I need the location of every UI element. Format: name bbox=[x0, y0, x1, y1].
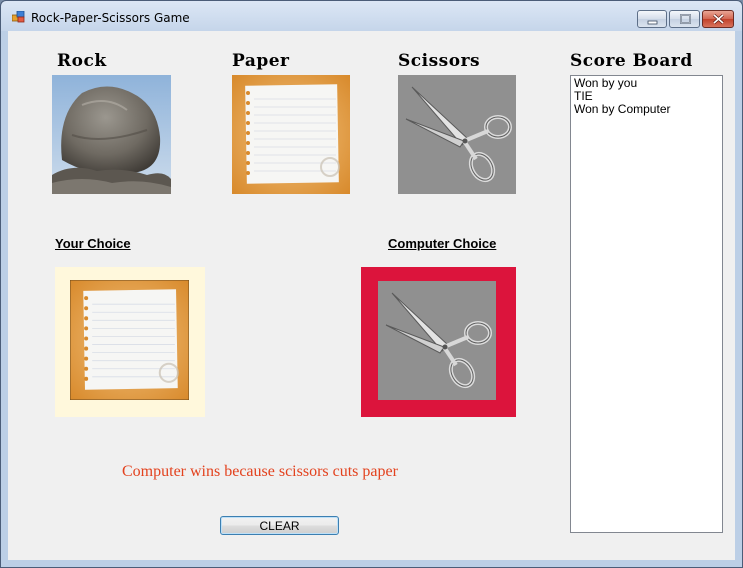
result-message: Computer wins because scissors cuts pape… bbox=[122, 463, 398, 480]
minimize-button[interactable] bbox=[637, 10, 667, 28]
list-item[interactable]: Won by you bbox=[574, 77, 719, 90]
minimize-icon bbox=[647, 20, 658, 25]
client-area: Rock Paper Scissors Your Choice Computer… bbox=[8, 31, 735, 560]
scissors-image bbox=[398, 75, 516, 194]
rock-choice-picture[interactable] bbox=[52, 75, 171, 194]
computer-choice-box bbox=[361, 267, 516, 417]
rock-image bbox=[52, 75, 171, 194]
title-bar[interactable]: Rock-Paper-Scissors Game bbox=[1, 1, 742, 31]
close-icon bbox=[713, 13, 724, 25]
maximize-icon bbox=[680, 14, 691, 24]
your-choice-box bbox=[55, 267, 205, 417]
scissors-choice-picture[interactable] bbox=[398, 75, 516, 194]
app-window: Rock-Paper-Scissors Game Rock Paper Scis… bbox=[0, 0, 743, 568]
rock-label: Rock bbox=[57, 51, 107, 71]
scoreboard-title: Score Board bbox=[570, 51, 693, 71]
app-icon bbox=[12, 11, 25, 23]
computer-choice-scissors-image bbox=[378, 281, 496, 400]
paper-label: Paper bbox=[232, 51, 290, 71]
close-button[interactable] bbox=[702, 10, 734, 28]
paper-choice-picture[interactable] bbox=[232, 75, 350, 194]
your-choice-paper-image bbox=[70, 280, 189, 400]
your-choice-label: Your Choice bbox=[55, 236, 131, 251]
paper-image bbox=[232, 75, 350, 194]
maximize-button[interactable] bbox=[669, 10, 700, 28]
scoreboard-list[interactable]: Won by you TIE Won by Computer bbox=[570, 75, 723, 533]
clear-button[interactable]: CLEAR bbox=[220, 516, 339, 535]
list-item[interactable]: Won by Computer bbox=[574, 103, 719, 116]
scissors-label: Scissors bbox=[398, 51, 481, 71]
computer-choice-label: Computer Choice bbox=[388, 236, 497, 251]
window-title: Rock-Paper-Scissors Game bbox=[31, 11, 190, 25]
